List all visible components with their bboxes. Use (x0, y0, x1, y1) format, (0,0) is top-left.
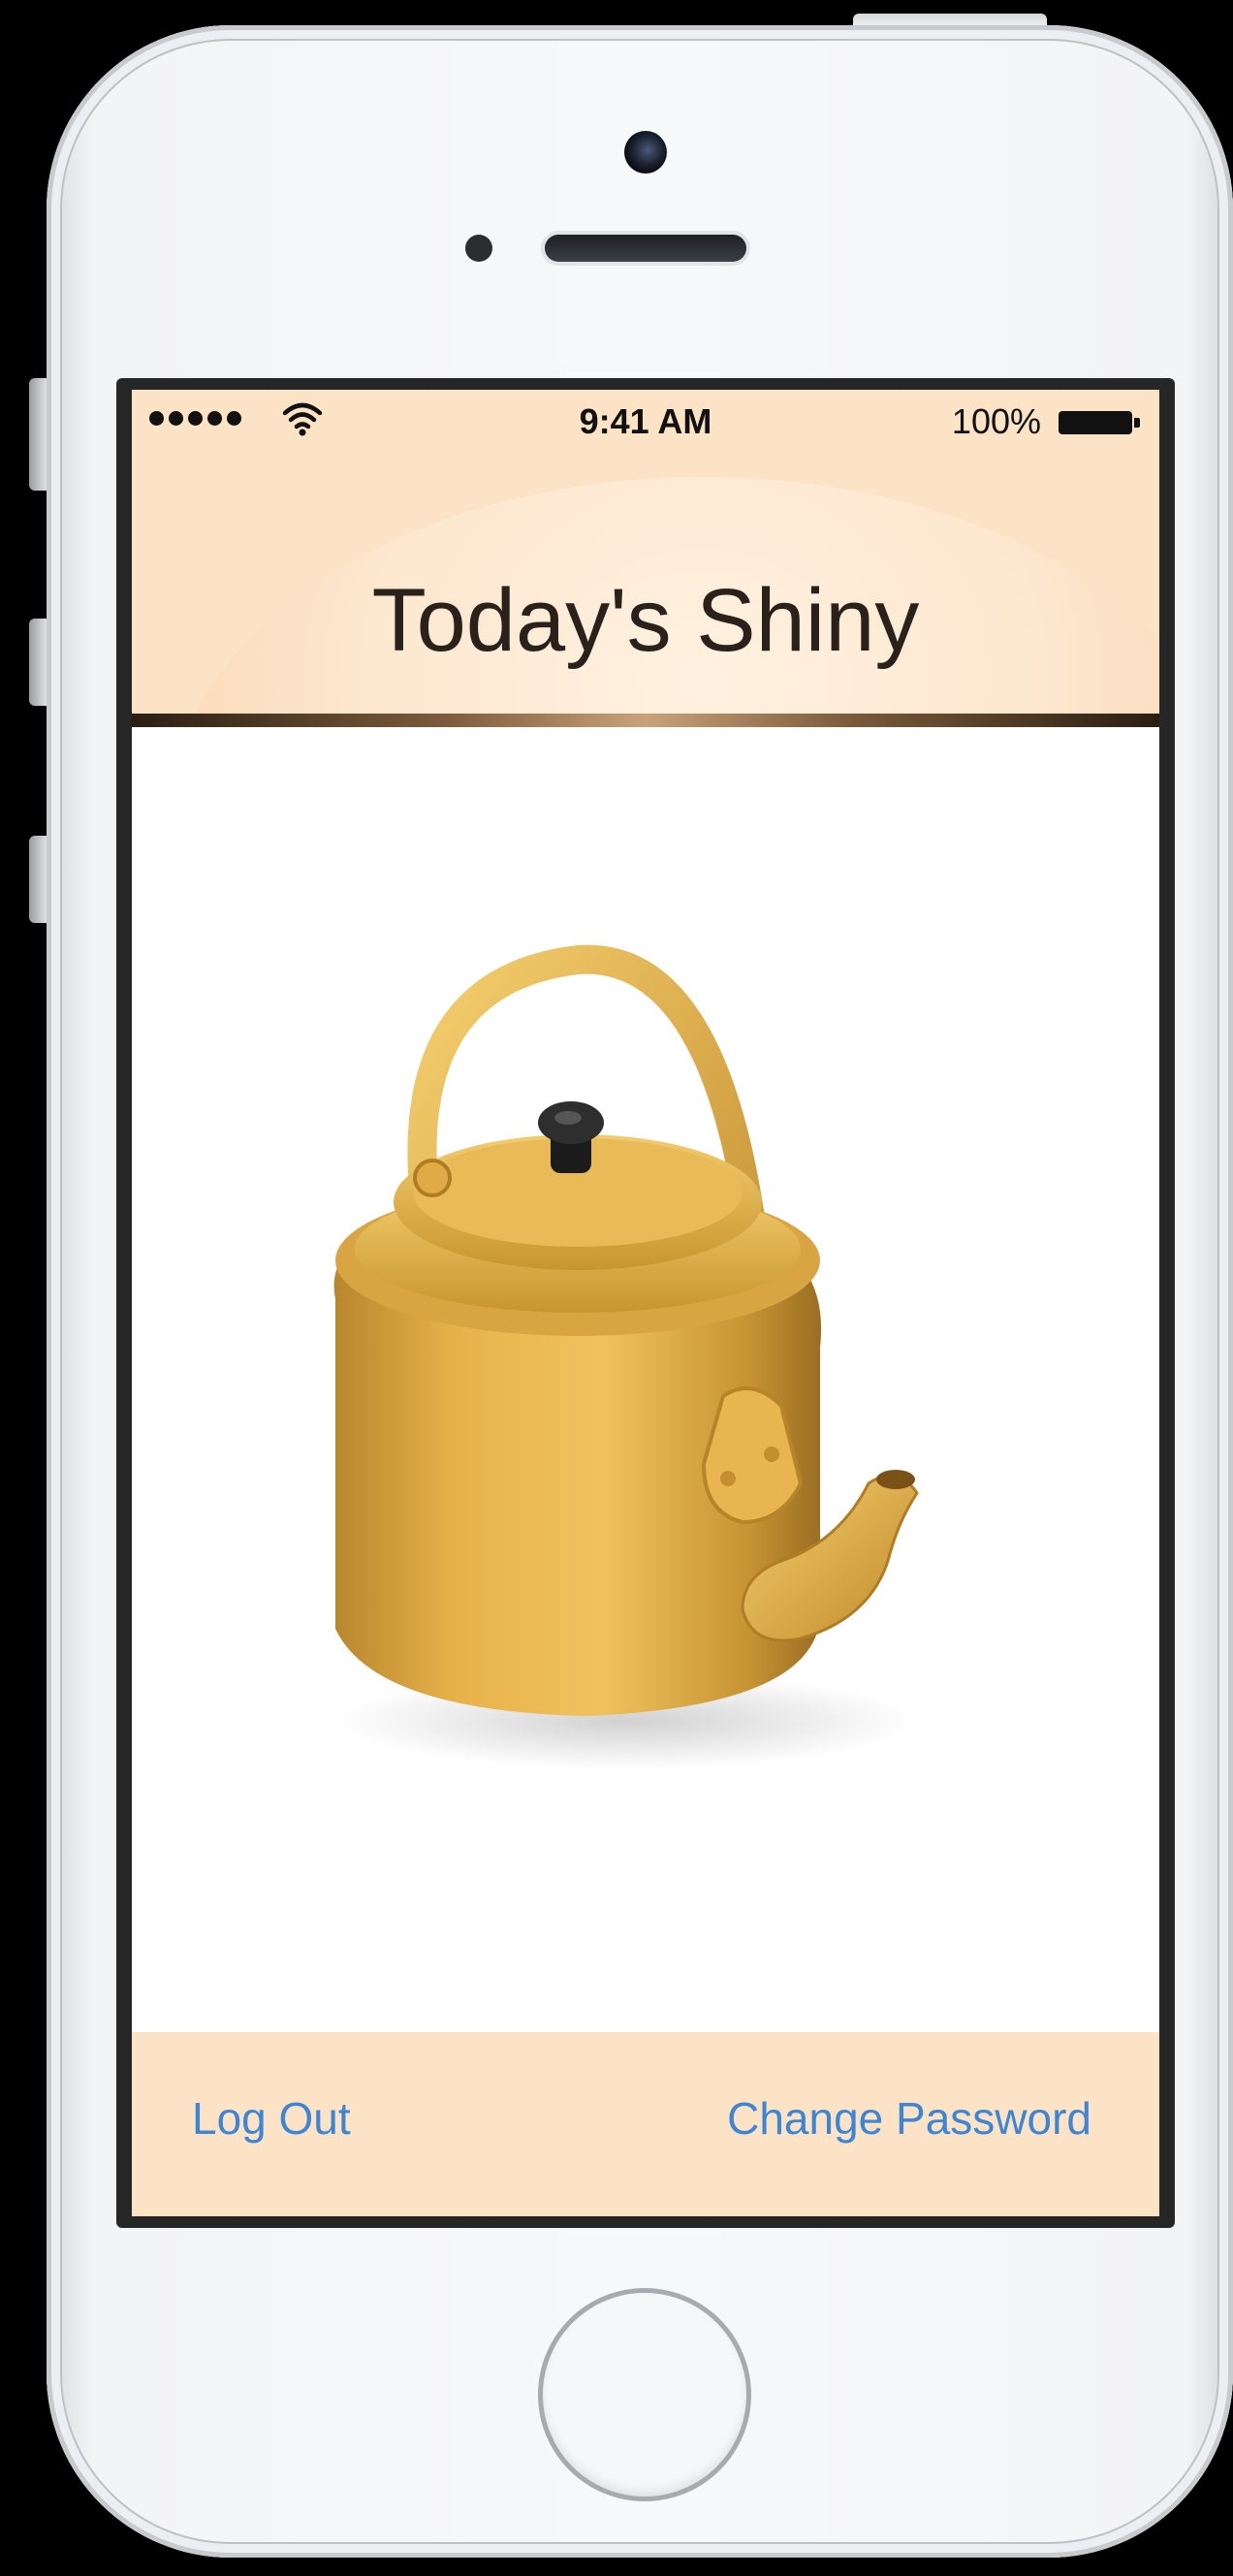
navigation-bar: 9:41 AM 100% Today's Shiny (132, 390, 1159, 717)
app-screen: 9:41 AM 100% Today's Shiny Log Out Chang… (132, 390, 1159, 2216)
volume-up-button (29, 619, 48, 706)
device-stage: 9:41 AM 100% Today's Shiny Log Out Chang… (0, 0, 1233, 2576)
battery-tip-icon (1134, 418, 1140, 428)
content-area (132, 727, 1159, 2032)
home-button[interactable] (543, 2293, 746, 2496)
battery-percentage: 100% (951, 401, 1041, 441)
status-bar: 9:41 AM 100% (132, 390, 1159, 454)
volume-down-button (29, 836, 48, 923)
kettle-image (333, 944, 919, 1769)
nav-divider (132, 714, 1159, 727)
mute-switch (29, 378, 48, 491)
bottom-toolbar: Log Out Change Password (132, 2032, 1159, 2216)
front-camera (624, 131, 667, 174)
proximity-sensor (465, 235, 492, 262)
earpiece-speaker (545, 235, 746, 262)
change-password-button[interactable]: Change Password (727, 2092, 1091, 2145)
battery-full-icon (1059, 411, 1132, 434)
page-title: Today's Shiny (371, 571, 920, 670)
log-out-button[interactable]: Log Out (192, 2092, 351, 2145)
